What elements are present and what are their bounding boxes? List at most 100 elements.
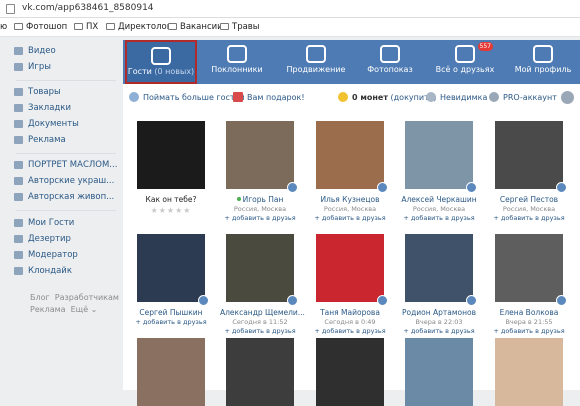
sidebar-item-my-guests[interactable]: Мои Гости (14, 218, 74, 228)
invisible-mode-link[interactable]: Невидимка (426, 92, 487, 102)
heart-icon[interactable] (466, 295, 477, 306)
guest-name[interactable]: Сергей Пестов (489, 195, 569, 204)
guest-card[interactable] (489, 338, 569, 406)
heart-icon[interactable] (556, 182, 567, 193)
add-friend-link[interactable]: + добавить в друзья (489, 327, 569, 335)
avatar[interactable] (495, 234, 567, 306)
bookmark-cut[interactable]: ю (0, 22, 7, 32)
guest-name[interactable]: Игорь Пан (220, 195, 300, 204)
tab-my-profile[interactable]: Мой профиль (509, 40, 577, 84)
sidebar-item-video[interactable]: Видео (14, 46, 56, 56)
add-friend-link[interactable]: + добавить в друзья (220, 327, 300, 335)
avatar[interactable] (226, 338, 294, 406)
guest-card[interactable]: Сергей Пышкин + добавить в друзья (131, 234, 211, 326)
sidebar-item-goods[interactable]: Товары (14, 87, 61, 97)
guest-card[interactable]: Александр Щемели... Сегодня в 11:52 + до… (220, 234, 305, 335)
guest-location: Россия, Москва (502, 205, 556, 213)
bookmark-px[interactable]: ПХ (74, 22, 98, 32)
avatar[interactable] (405, 234, 477, 306)
guest-card[interactable] (310, 338, 390, 406)
heart-icon[interactable] (556, 295, 567, 306)
guest-card[interactable]: Илья Кузнецов Россия, Москва + добавить … (310, 121, 390, 222)
guest-card[interactable]: Сергей Пестов Россия, Москва + добавить … (489, 121, 569, 222)
guest-card[interactable] (131, 338, 211, 406)
add-friend-link[interactable]: + добавить в друзья (399, 327, 479, 335)
avatar[interactable] (226, 234, 298, 306)
avatar[interactable] (226, 121, 298, 193)
footprints-icon (151, 47, 171, 65)
avatar[interactable] (137, 338, 205, 406)
guest-card[interactable]: Елена Волкова Вчера в 21:55 + добавить в… (489, 234, 569, 335)
avatar[interactable] (495, 338, 563, 406)
add-friend-link[interactable]: + добавить в друзья (310, 327, 390, 335)
gear-icon[interactable] (561, 91, 574, 104)
guest-name[interactable]: Родион Артамонов (399, 308, 479, 317)
address-bar[interactable]: vk.com/app638461_8580914 (0, 0, 580, 18)
catch-guests-link[interactable]: Поймать больше гостей (129, 92, 245, 102)
guest-name[interactable]: Сергей Пышкин (131, 308, 211, 317)
heart-icon[interactable] (287, 295, 298, 306)
sidebar-item-group-painting[interactable]: Авторская живоп... (14, 192, 114, 202)
avatar[interactable] (316, 338, 384, 406)
heart-icon[interactable] (377, 182, 388, 193)
footer-more[interactable]: Ещё ⌄ (71, 305, 98, 314)
guest-card[interactable] (399, 338, 479, 406)
pro-account-link[interactable]: PRO-аккаунт (489, 92, 557, 102)
guest-name[interactable]: Алексей Черкашин (399, 195, 479, 204)
add-friend-link[interactable]: + добавить в друзья (310, 214, 390, 222)
sidebar-item-group-portrait[interactable]: ПОРТРЕТ МАСЛОМ... (14, 160, 117, 170)
bookmark-vacancies[interactable]: Вакансии (168, 22, 223, 32)
sidebar-item-group-jewelry[interactable]: Авторские украш... (14, 176, 114, 186)
profile-icon (533, 45, 553, 63)
sidebar-item-games[interactable]: Игры (14, 62, 51, 72)
avatar[interactable] (405, 338, 473, 406)
sidebar-item-ads[interactable]: Реклама (14, 135, 66, 145)
guest-card[interactable]: Родион Артамонов Вчера в 22:03 + добавит… (399, 234, 479, 335)
add-friend-link[interactable]: + добавить в друзья (489, 214, 569, 222)
heart-icon[interactable] (287, 182, 298, 193)
bookmark-directologs[interactable]: Директологи (106, 22, 177, 32)
guest-card[interactable] (220, 338, 300, 406)
sidebar-item-documents[interactable]: Документы (14, 119, 79, 129)
guest-name[interactable]: Илья Кузнецов (310, 195, 390, 204)
guest-name[interactable]: Елена Волкова (489, 308, 569, 317)
avatar[interactable] (137, 234, 209, 306)
guest-name[interactable]: Александр Щемели... (220, 308, 305, 317)
sidebar-item-deserter[interactable]: Дезертир (14, 234, 71, 244)
url-text[interactable]: vk.com/app638461_8580914 (22, 3, 154, 13)
avatar[interactable] (316, 234, 388, 306)
tab-guests[interactable]: Гости (0 новых) (125, 40, 197, 84)
sidebar-item-bookmarks[interactable]: Закладки (14, 103, 71, 113)
tab-photoshow[interactable]: Фотопоказ (359, 40, 421, 84)
guest-card[interactable]: Игорь Пан Россия, Москва + добавить в др… (220, 121, 300, 222)
sidebar-item-moderator[interactable]: Модератор (14, 250, 78, 260)
tab-about-friends[interactable]: Всё о друзьях 557 (427, 40, 503, 84)
tab-admirers[interactable]: Поклонники (203, 40, 271, 84)
tab-promotion[interactable]: Продвижение (278, 40, 354, 84)
heart-icon[interactable] (198, 295, 209, 306)
rate-card[interactable]: Как он тебе? ★★★★★ (131, 121, 211, 215)
add-friend-link[interactable]: + добавить в друзья (399, 214, 479, 222)
guest-name[interactable]: Таня Майорова (310, 308, 390, 317)
games-icon (14, 63, 23, 71)
coins-balance[interactable]: 0 монет (докупить) (338, 92, 437, 102)
footer-blog[interactable]: Блог (30, 293, 50, 302)
avatar[interactable] (316, 121, 388, 193)
star-rating[interactable]: ★★★★★ (131, 206, 211, 215)
avatar[interactable] (405, 121, 477, 193)
guest-card[interactable]: Таня Майорова Сегодня в 0:49 + добавить … (310, 234, 390, 335)
bookmark-photoshop[interactable]: Фотошоп (14, 22, 67, 32)
avatar[interactable] (137, 121, 205, 189)
guest-card[interactable]: Алексей Черкашин Россия, Москва + добави… (399, 121, 479, 222)
heart-icon[interactable] (466, 182, 477, 193)
avatar[interactable] (495, 121, 567, 193)
add-friend-link[interactable]: + добавить в друзья (131, 318, 211, 326)
footer-developers[interactable]: Разработчикам (55, 293, 119, 302)
sidebar-item-klondike[interactable]: Клондайк (14, 266, 72, 276)
heart-icon[interactable] (377, 295, 388, 306)
footer-ads[interactable]: Реклама (30, 305, 66, 314)
add-friend-link[interactable]: + добавить в друзья (220, 214, 300, 222)
gift-link[interactable]: Вам подарок! (233, 92, 305, 102)
app-icon (14, 219, 23, 227)
bookmark-herbs[interactable]: Травы (220, 22, 260, 32)
